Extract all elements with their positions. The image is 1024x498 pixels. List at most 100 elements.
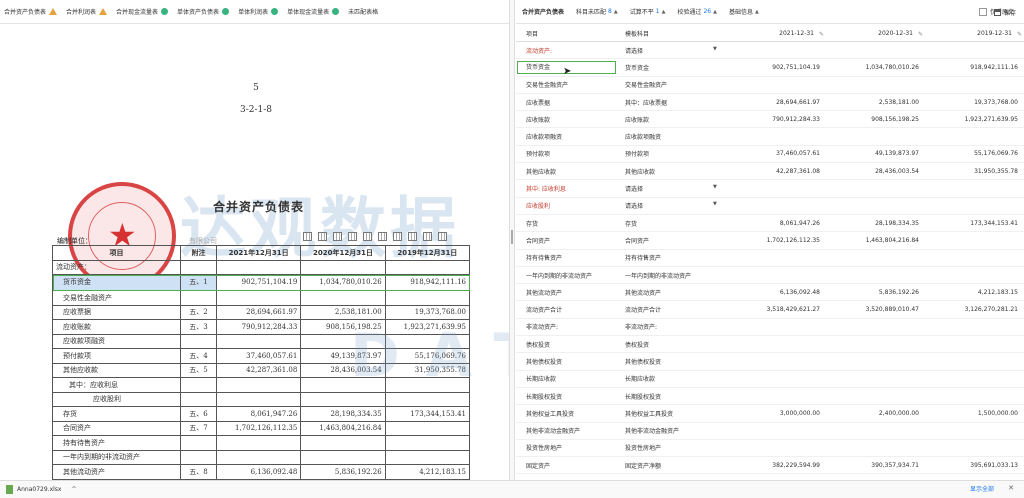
mapping-item-cell[interactable]: 持有待售资产	[516, 253, 617, 262]
left-tab[interactable]: 单体资产负债表	[177, 7, 230, 16]
value-2021[interactable]: 382,229,594.99	[727, 462, 826, 469]
template-select[interactable]: 长期应收款	[617, 374, 727, 383]
mapping-item-cell[interactable]: 其中: 应收利息	[516, 184, 617, 193]
dropdown-arrow-icon[interactable]: ▼	[713, 201, 717, 207]
template-select[interactable]: 一年内到期的非流动资产	[617, 271, 727, 280]
mapping-item-cell[interactable]: 其他应收款	[516, 167, 617, 176]
left-tab[interactable]: 未匹配表格	[348, 7, 378, 16]
right-tab[interactable]: 试算不平 1 ▲	[630, 7, 666, 16]
mapping-item-cell[interactable]: 固定资产	[516, 461, 617, 470]
table-icon[interactable]	[318, 232, 327, 241]
template-select[interactable]: 流动资产合计	[617, 305, 727, 314]
right-tab[interactable]: 校验通过 26 ▲	[677, 7, 717, 16]
template-select[interactable]: 请选择 ▼	[617, 184, 727, 193]
table-icon[interactable]	[333, 232, 342, 241]
value-2021[interactable]: 902,751,104.19	[727, 64, 826, 71]
panel-splitter[interactable]	[509, 0, 515, 480]
mapping-item-cell[interactable]: 其他非流动金融资产	[516, 426, 617, 435]
template-select[interactable]: 非流动资产:	[617, 322, 727, 331]
table-icon[interactable]	[393, 232, 402, 241]
value-2020[interactable]: 1,463,804,216.84	[826, 237, 925, 244]
template-select[interactable]: 其他权益工具投资	[617, 409, 727, 418]
left-tab[interactable]: 单体现金流量表	[287, 7, 340, 16]
value-2021[interactable]: 28,694,661.97	[727, 99, 826, 106]
template-select[interactable]: 其中：应收票据	[617, 98, 727, 107]
template-select[interactable]: 应收款项融资	[617, 132, 727, 141]
mapping-item-cell[interactable]: 流动资产:	[516, 46, 617, 55]
value-2020[interactable]: 1,034,780,010.26	[826, 64, 925, 71]
template-select[interactable]: 合同资产	[617, 236, 727, 245]
download-filename[interactable]: Anna0729.xlsx	[17, 486, 61, 493]
template-select[interactable]: 应收账款	[617, 115, 727, 124]
template-select[interactable]: 长期股权投资	[617, 392, 727, 401]
value-2020[interactable]: 390,357,934.71	[826, 462, 925, 469]
value-2020[interactable]: 908,156,198.25	[826, 116, 925, 123]
mapping-item-cell[interactable]: 债权投资	[516, 340, 617, 349]
value-2020[interactable]: 2,538,181.00	[826, 99, 925, 106]
value-2020[interactable]: 3,520,889,010.47	[826, 306, 925, 313]
table-icon[interactable]	[408, 232, 417, 241]
value-2019[interactable]: 19,373,768.00	[925, 99, 1024, 106]
template-select[interactable]: 其他债权投资	[617, 357, 727, 366]
left-tab[interactable]: 合并资产负债表	[4, 7, 58, 16]
save-button[interactable]: 保存	[993, 8, 1016, 17]
value-2020[interactable]: 49,139,873.97	[826, 150, 925, 157]
mapping-item-cell[interactable]: 其他流动资产	[516, 288, 617, 297]
template-select[interactable]: 投资性房地产	[617, 443, 727, 452]
edit-pencil-icon[interactable]: ✎	[918, 31, 923, 38]
left-tab[interactable]: 单体利润表	[238, 7, 279, 16]
mapping-item-cell[interactable]: 存货	[516, 219, 617, 228]
mapping-item-cell[interactable]: 应收票据	[516, 98, 617, 107]
value-2020[interactable]: 28,198,334.35	[826, 220, 925, 227]
template-select[interactable]: 持有待售资产	[617, 253, 727, 262]
dropdown-arrow-icon[interactable]: ▼	[713, 46, 717, 52]
value-2019[interactable]: 918,942,111.16	[925, 64, 1024, 71]
value-2019[interactable]: 1,500,000.00	[925, 410, 1024, 417]
value-2020[interactable]: 2,400,000.00	[826, 410, 925, 417]
left-tab[interactable]: 合并利润表	[66, 7, 108, 16]
mapping-item-cell[interactable]: 非流动资产:	[516, 322, 617, 331]
table-icon[interactable]	[378, 232, 387, 241]
mapping-item-cell[interactable]: 交易性金融资产	[516, 80, 617, 89]
splitter-grip-icon[interactable]	[511, 230, 513, 244]
value-2021[interactable]: 6,136,092.48	[727, 289, 826, 296]
chevron-up-icon[interactable]: ^	[71, 486, 76, 493]
mapping-item-cell[interactable]: 预付款项	[516, 149, 617, 158]
template-select[interactable]: 其他应收款	[617, 167, 727, 176]
table-icon[interactable]	[363, 232, 372, 241]
right-tab[interactable]: 科目未匹配 8 ▲	[576, 7, 618, 16]
mapping-item-cell[interactable]: 其他债权投资	[516, 357, 617, 366]
value-2021[interactable]: 790,912,284.33	[727, 116, 826, 123]
template-select[interactable]: 其他非流动金融资产	[617, 426, 727, 435]
table-icon[interactable]	[303, 232, 312, 241]
show-all-button[interactable]: 显示全部	[970, 484, 994, 493]
value-2021[interactable]: 3,518,429,621.27	[727, 306, 826, 313]
right-tab[interactable]: 基础信息 ▲	[729, 7, 759, 17]
mapping-item-cell[interactable]: 长期股权投资	[516, 392, 617, 401]
save-icon[interactable]	[438, 232, 447, 241]
value-2019[interactable]: 1,923,271,639.95	[925, 116, 1024, 123]
value-2019[interactable]: 4,212,183.15	[925, 289, 1024, 296]
mapping-item-cell[interactable]: 长期应收款	[516, 374, 617, 383]
edit-pencil-icon[interactable]: ✎	[1017, 31, 1022, 38]
mapping-item-cell[interactable]: 流动资产合计	[516, 305, 617, 314]
value-2019[interactable]: 31,950,355.78	[925, 168, 1024, 175]
template-select[interactable]: 其他流动资产	[617, 288, 727, 297]
col-header-2019[interactable]: 2019-12-31 ✎	[925, 30, 1024, 38]
value-2019[interactable]: 55,176,069.76	[925, 150, 1024, 157]
template-select[interactable]: 交易性金融资产	[617, 80, 727, 89]
value-2020[interactable]: 28,436,003.54	[826, 168, 925, 175]
mapping-item-cell[interactable]: 投资性房地产	[516, 443, 617, 452]
document-viewer[interactable]: 5 3-2-1-8 达观数据 ★ 3301081080123 合并资产负债表 编…	[0, 25, 512, 480]
value-2021[interactable]: 42,287,361.08	[727, 168, 826, 175]
template-select[interactable]: 货币资金	[617, 63, 727, 72]
mapping-item-cell[interactable]: 应收款项融资	[516, 132, 617, 141]
template-select[interactable]: 预付款项	[617, 149, 727, 158]
edit-pencil-icon[interactable]: ✎	[819, 31, 824, 38]
mapping-item-cell[interactable]: 合同资产	[516, 236, 617, 245]
value-2019[interactable]: 395,691,033.13	[925, 462, 1024, 469]
dropdown-arrow-icon[interactable]: ▼	[713, 184, 717, 190]
table-icon[interactable]	[348, 232, 357, 241]
mapping-item-cell[interactable]: 应收股利	[516, 201, 617, 210]
template-select[interactable]: 存货	[617, 219, 727, 228]
